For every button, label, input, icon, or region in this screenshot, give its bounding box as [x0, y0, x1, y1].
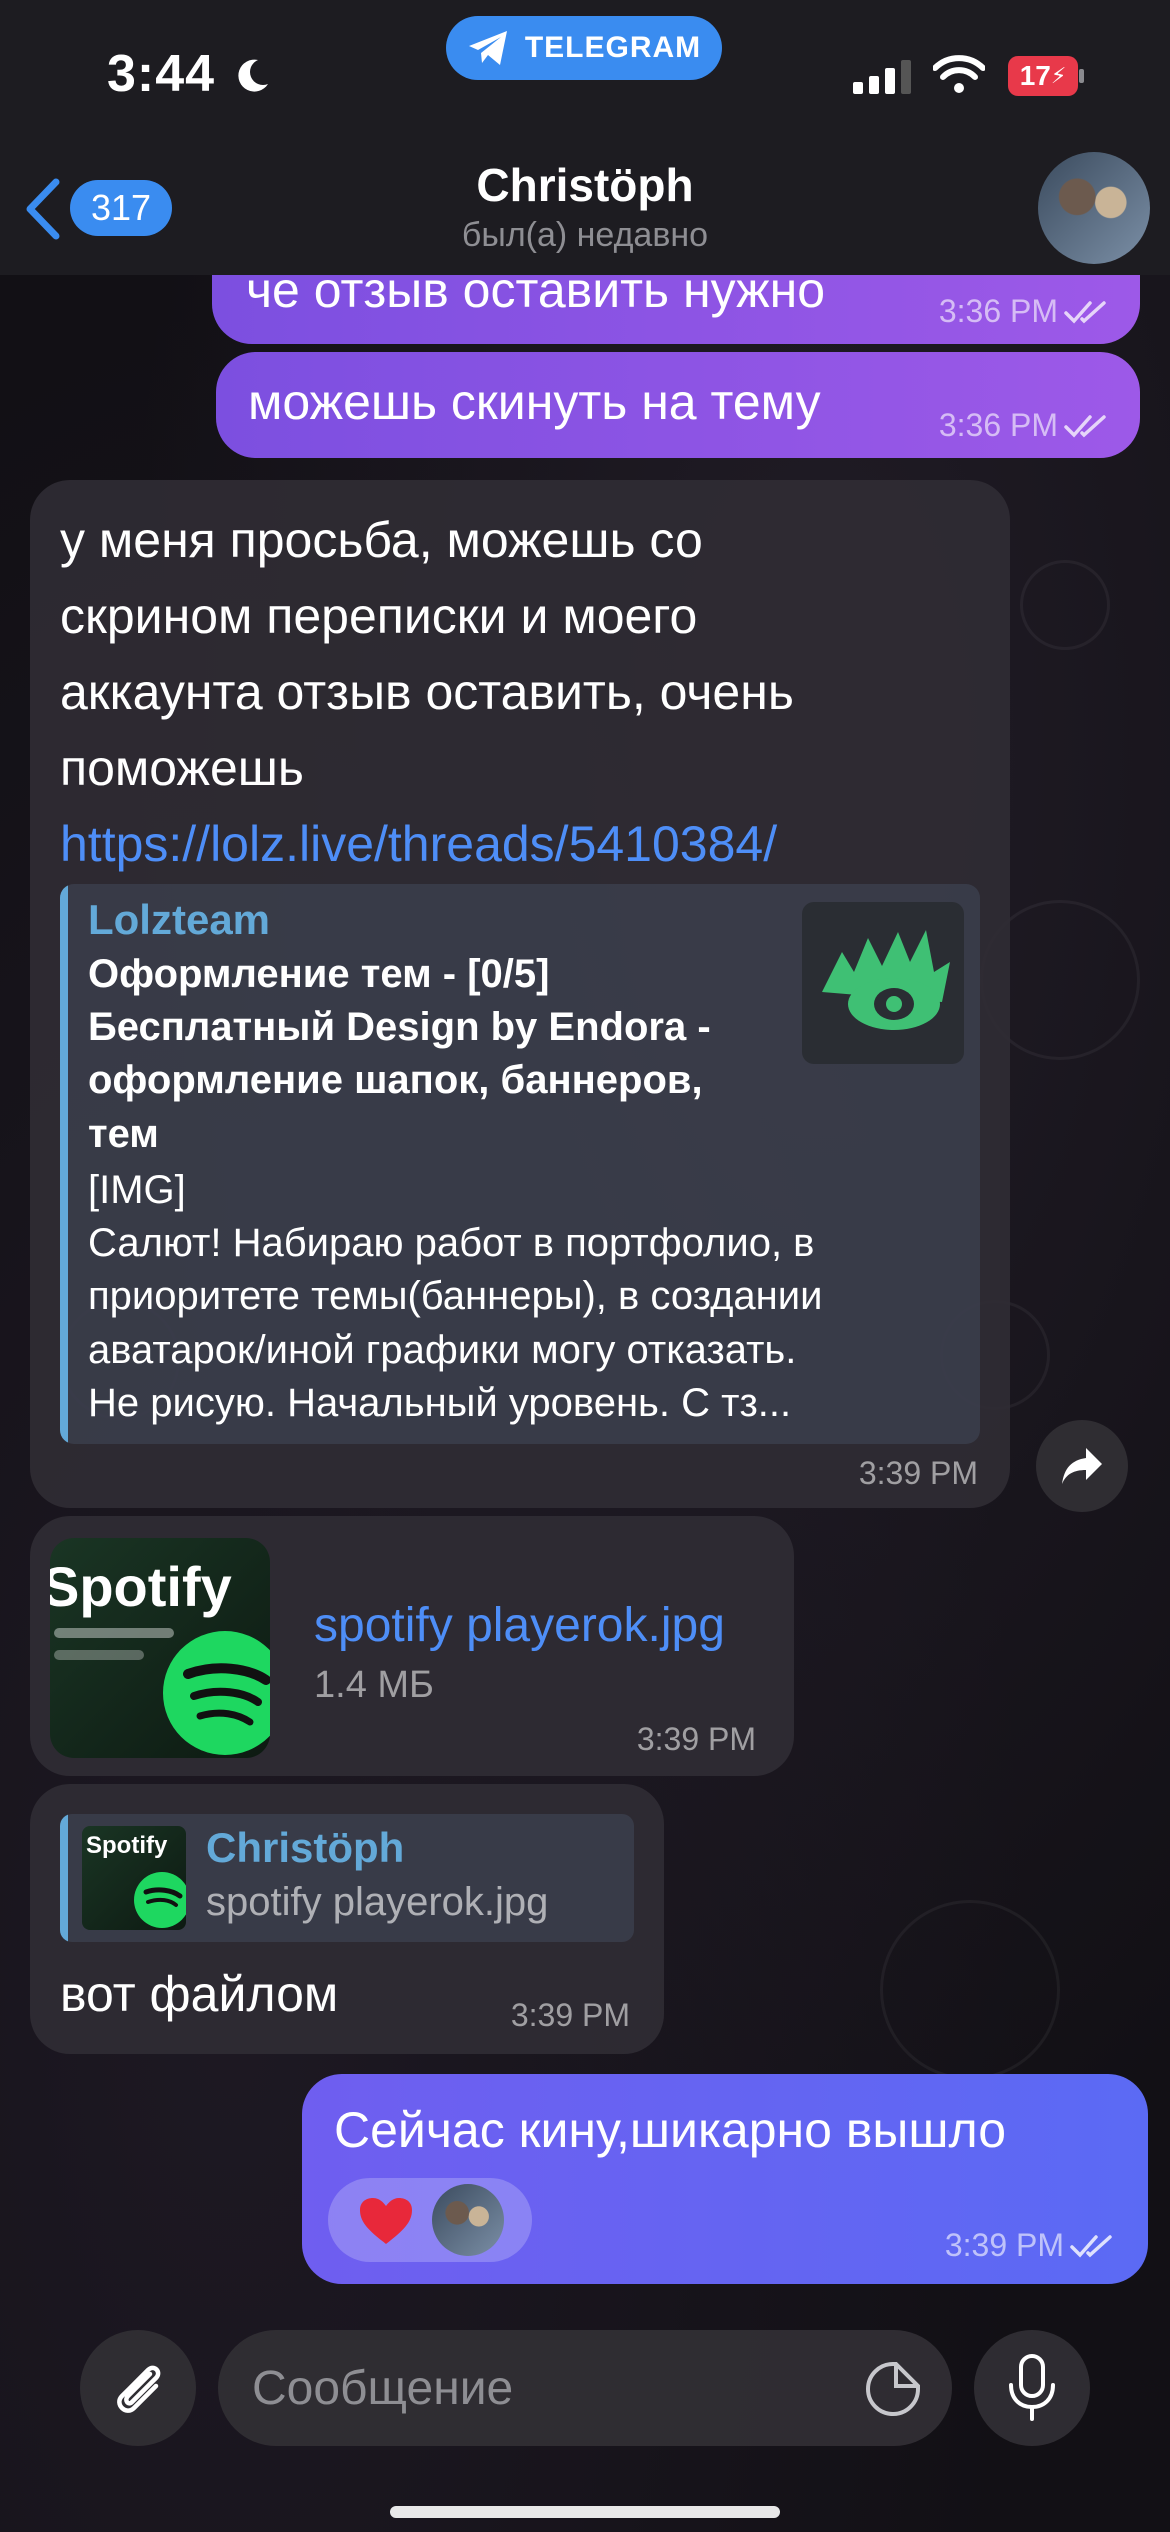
preview-site-name: Lolzteam	[88, 896, 271, 943]
outgoing-message[interactable]: можешь скинуть на тему 3:36 PM	[216, 352, 1140, 458]
forward-button[interactable]	[1036, 1420, 1128, 1512]
message-time: 3:39 PM	[636, 1721, 756, 1757]
microphone-icon	[1009, 2354, 1055, 2421]
message-meta: 3:36 PM	[939, 293, 1108, 330]
message-text: Сейчас кину,шикарно вышло	[334, 2102, 1006, 2158]
thumb-line	[54, 1650, 144, 1660]
paperclip-icon	[117, 2365, 161, 2413]
reply-thumb-title: Spotify	[86, 1832, 168, 1859]
incoming-message[interactable]: у меня просьба, можешь со скрином перепи…	[30, 480, 1010, 1508]
message-meta: 3:39 PM	[859, 1455, 978, 1492]
message-link[interactable]: https://lolz.live/threads/5410384/	[60, 806, 990, 882]
chat-header: 317 Christöph был(а) недавно	[0, 150, 1170, 275]
message-time: 3:39 PM	[858, 1455, 978, 1491]
double-check-icon	[1064, 414, 1106, 438]
heart-icon	[360, 2198, 412, 2244]
telegram-plane-icon	[468, 31, 507, 65]
preview-accent-bar	[60, 884, 68, 1444]
spotify-logo-icon	[134, 1872, 186, 1928]
battery-icon: 17 ⚡	[1008, 56, 1084, 96]
wifi-icon	[933, 55, 985, 93]
spotify-logo-icon	[163, 1631, 270, 1755]
reply-author: Christöph	[206, 1824, 405, 1871]
message-input-container[interactable]	[218, 2330, 952, 2446]
contact-name[interactable]: Christöph	[0, 158, 1170, 212]
message-text: у меня просьба, можешь со скрином перепи…	[60, 502, 990, 882]
battery-level: 17	[1019, 60, 1051, 91]
eye-logo-icon	[822, 930, 950, 1030]
home-indicator	[390, 2506, 780, 2518]
reactor-avatar	[432, 2184, 504, 2256]
preview-title: Оформление тем - [0/5] Бесплатный Design…	[88, 952, 711, 1156]
incoming-reply-message[interactable]: Spotify Christöph spotify playerok.jpg в…	[30, 1784, 664, 2054]
cellular-signal-icon	[853, 58, 911, 94]
double-check-icon	[1070, 2234, 1112, 2258]
message-text: вот файлом	[60, 1966, 339, 2022]
reaction-chip[interactable]	[328, 2178, 532, 2262]
file-size: 1.4 МБ	[314, 1664, 434, 1706]
voice-record-button[interactable]	[974, 2330, 1090, 2446]
contact-avatar[interactable]	[1038, 152, 1150, 264]
message-time: 3:36 PM	[938, 407, 1058, 443]
reply-accent-bar	[60, 1814, 68, 1942]
message-composer	[0, 2300, 1170, 2532]
message-time: 3:36 PM	[938, 293, 1058, 329]
message-meta: 3:36 PM	[939, 407, 1108, 444]
message-meta: 3:39 PM	[511, 1997, 630, 2034]
reply-thumbnail: Spotify	[82, 1826, 186, 1930]
outgoing-message[interactable]: Сейчас кину,шикарно вышло 3:39 PM	[302, 2074, 1148, 2284]
preview-description: [IMG] Салют! Набираю работ в портфолио, …	[88, 1168, 823, 1425]
telegram-pill-label: TELEGRAM	[524, 31, 702, 64]
message-text: можешь скинуть на тему	[248, 374, 821, 430]
thumb-line	[54, 1628, 174, 1638]
message-meta: 3:39 PM	[637, 1721, 756, 1758]
reply-quote[interactable]: Spotify Christöph spotify playerok.jpg	[60, 1814, 634, 1942]
attach-button[interactable]	[80, 2330, 196, 2446]
telegram-pill[interactable]: TELEGRAM	[446, 16, 722, 80]
incoming-file-message[interactable]: Spotify spotify playerok.jpg 1.4 МБ 3:39…	[30, 1516, 794, 1776]
message-input[interactable]	[252, 2330, 812, 2446]
moon-icon	[238, 59, 268, 92]
status-time: 3:44	[107, 45, 216, 103]
message-time: 3:39 PM	[510, 1997, 630, 2033]
message-meta: 3:39 PM	[945, 2227, 1114, 2264]
file-thumbnail[interactable]: Spotify	[50, 1538, 270, 1758]
reply-text: spotify playerok.jpg	[206, 1880, 549, 1924]
sticker-icon[interactable]	[864, 2360, 922, 2418]
double-check-icon	[1064, 300, 1106, 324]
preview-thumbnail	[802, 902, 964, 1064]
share-arrow-icon	[1062, 1448, 1102, 1484]
link-preview[interactable]: Lolzteam Оформление тем - [0/5] Бесплатн…	[60, 884, 980, 1444]
message-time: 3:39 PM	[944, 2227, 1064, 2263]
status-bar: 3:44 TELEGRAM 17 ⚡	[0, 0, 1170, 150]
contact-status: был(а) недавно	[461, 216, 709, 254]
thumb-title: Spotify	[50, 1555, 232, 1618]
file-name[interactable]: spotify playerok.jpg	[314, 1598, 725, 1653]
